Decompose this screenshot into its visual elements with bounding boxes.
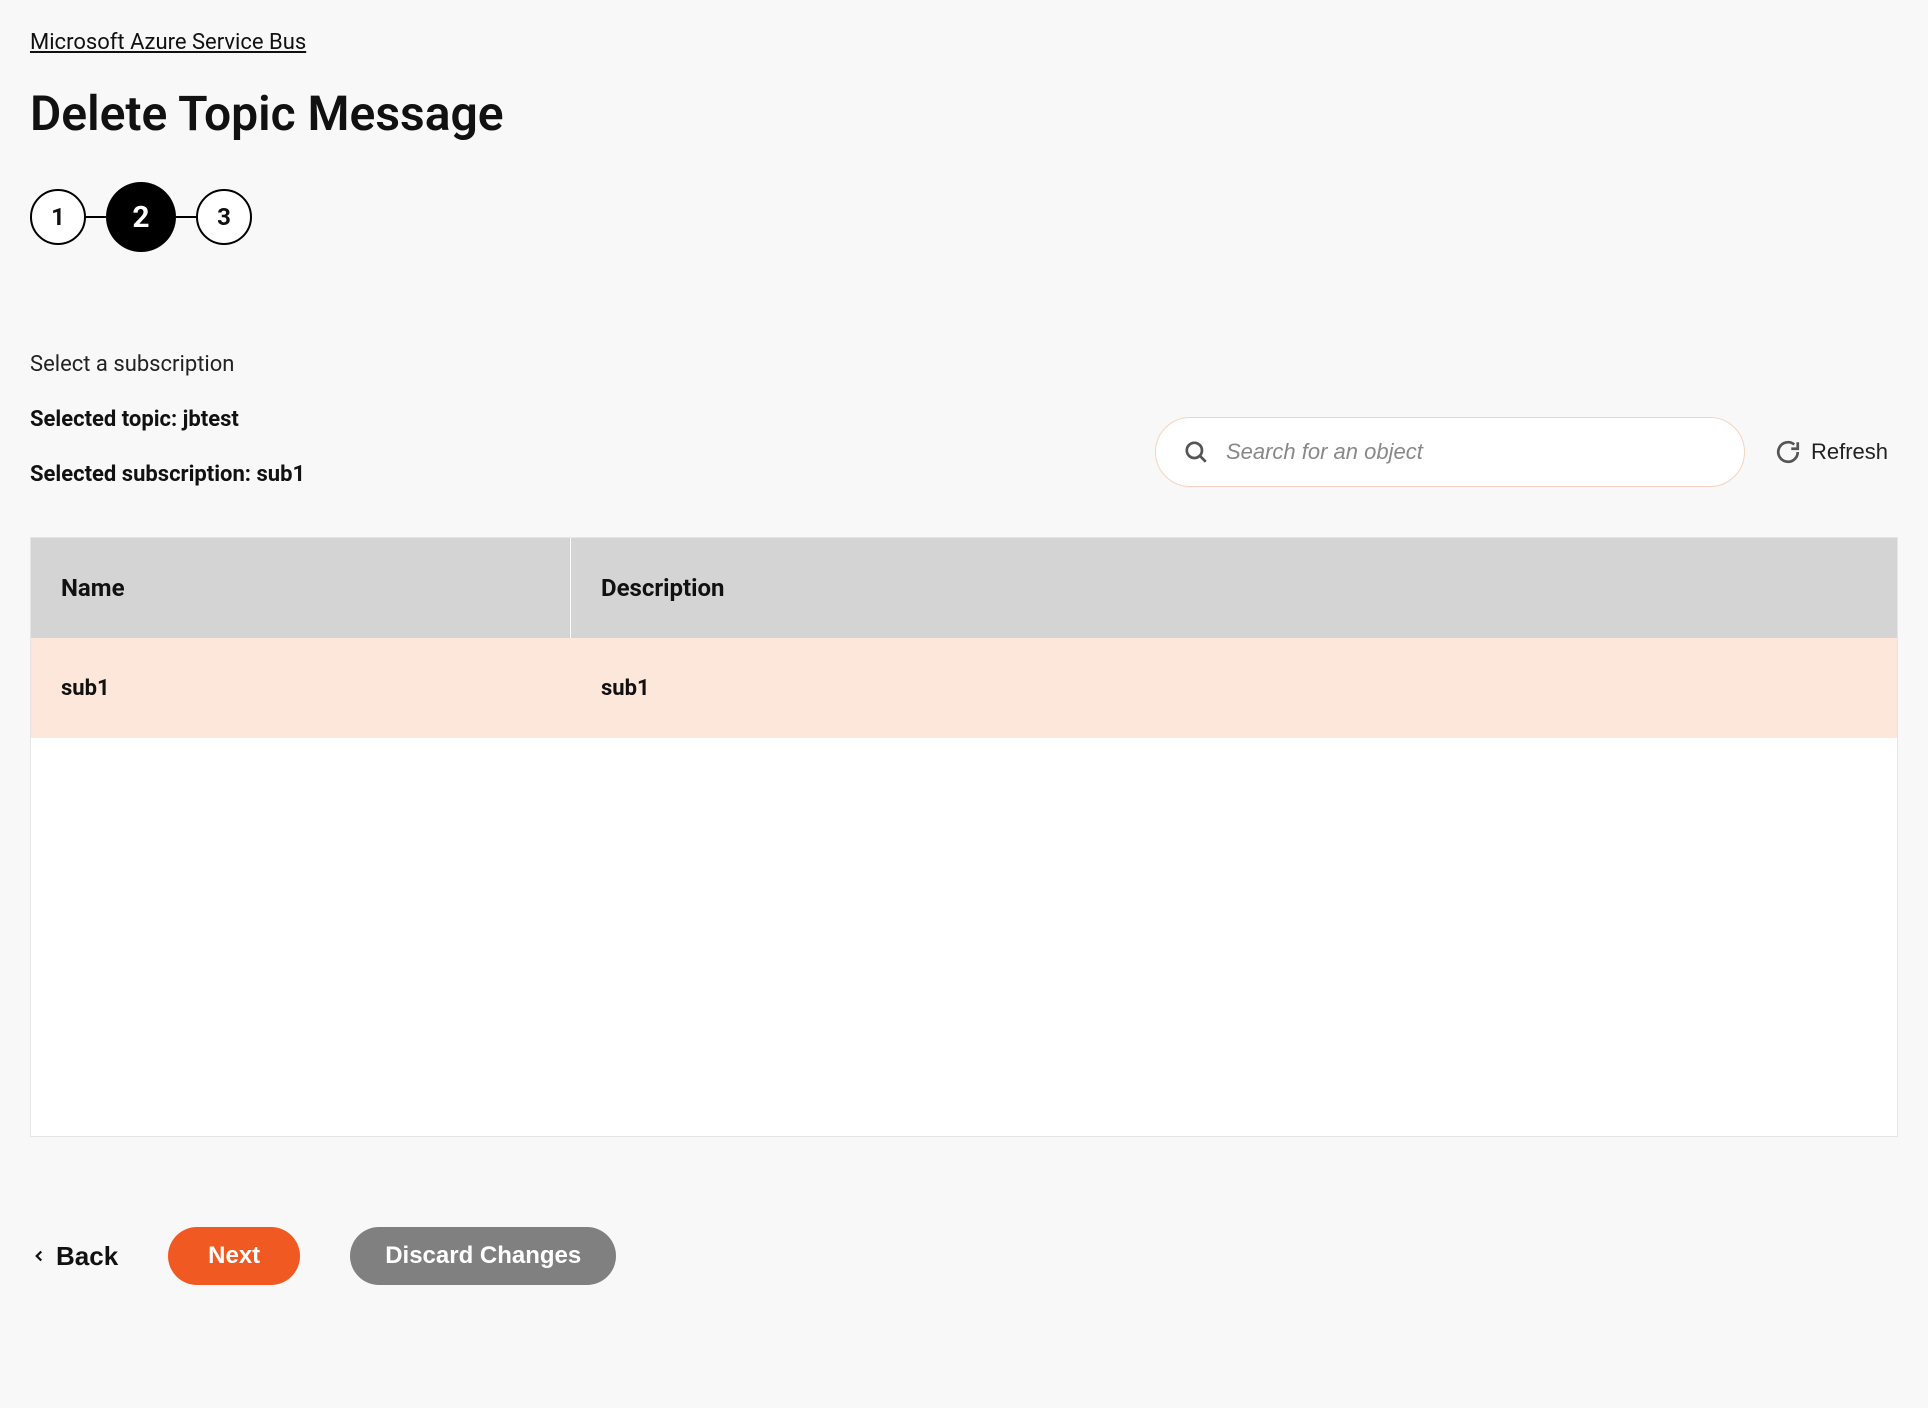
back-button[interactable]: Back [30,1241,118,1272]
selected-subscription-label: Selected subscription: sub1 [30,462,305,487]
column-header-name[interactable]: Name [31,538,571,638]
subscription-table: Name Description sub1sub1 [30,537,1898,1137]
instruction-text: Select a subscription [30,352,1898,377]
back-label: Back [56,1241,118,1272]
selected-topic-label: Selected topic: jbtest [30,407,305,432]
step-connector [86,216,106,218]
refresh-label: Refresh [1811,439,1888,465]
refresh-icon [1775,439,1801,465]
search-input[interactable] [1155,417,1745,487]
next-button[interactable]: Next [168,1227,300,1285]
search-field-wrap [1155,417,1745,487]
refresh-button[interactable]: Refresh [1775,439,1888,465]
step-connector [176,216,196,218]
search-icon [1183,439,1209,465]
chevron-left-icon [30,1247,48,1265]
breadcrumb-link[interactable]: Microsoft Azure Service Bus [30,30,306,55]
cell-name: sub1 [31,676,571,701]
table-row[interactable]: sub1sub1 [31,638,1897,738]
discard-button[interactable]: Discard Changes [350,1227,616,1285]
table-header-row: Name Description [31,538,1897,638]
step-1[interactable]: 1 [30,189,86,245]
step-3[interactable]: 3 [196,189,252,245]
cell-description: sub1 [571,676,1897,701]
step-2[interactable]: 2 [106,182,176,252]
stepper: 1 2 3 [30,182,1898,252]
page-title: Delete Topic Message [30,85,1898,142]
column-header-description[interactable]: Description [571,574,1897,602]
